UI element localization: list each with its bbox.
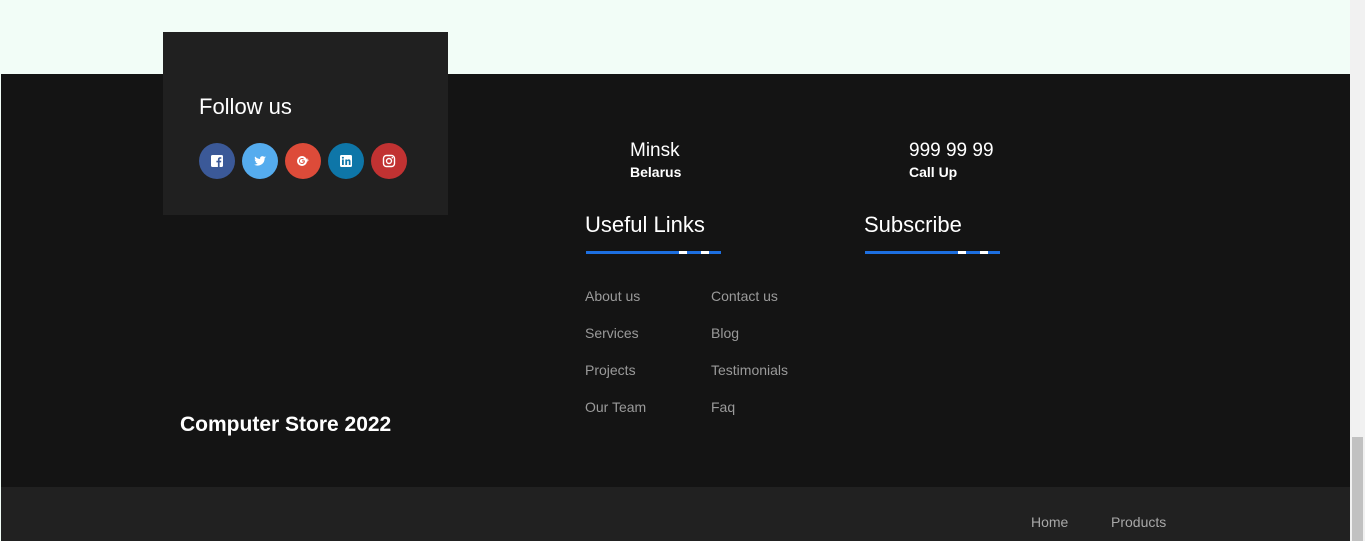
- linkedin-icon[interactable]: [328, 143, 364, 179]
- footer-link-services[interactable]: Services: [585, 324, 639, 342]
- location-info: Minsk Belarus: [630, 139, 681, 181]
- useful-links-underline: [586, 251, 721, 254]
- footer-link-blog[interactable]: Blog: [711, 324, 739, 342]
- facebook-icon[interactable]: [199, 143, 235, 179]
- location-country: Belarus: [630, 164, 682, 180]
- follow-us-title: Follow us: [199, 94, 292, 119]
- bottom-nav-home[interactable]: Home: [1031, 513, 1068, 531]
- subscribe-underline: [865, 251, 1000, 254]
- footer-link-faq[interactable]: Faq: [711, 398, 735, 416]
- instagram-icon[interactable]: [371, 143, 407, 179]
- footer-link-our-team[interactable]: Our Team: [585, 398, 646, 416]
- twitter-icon[interactable]: [242, 143, 278, 179]
- footer-link-about-us[interactable]: About us: [585, 287, 640, 305]
- scrollbar-thumb[interactable]: [1352, 437, 1363, 541]
- follow-us-box: Follow us: [163, 32, 448, 215]
- phone-number: 999 99 99: [909, 140, 994, 161]
- useful-links-title: Useful Links: [585, 212, 705, 237]
- footer-link-testimonials[interactable]: Testimonials: [711, 361, 788, 379]
- bottom-nav-products[interactable]: Products: [1111, 513, 1166, 531]
- copyright-text: Computer Store 2022: [180, 413, 392, 436]
- footer-link-contact-us[interactable]: Contact us: [711, 287, 778, 305]
- phone-info: 999 99 99 Call Up: [909, 139, 994, 181]
- location-city: Minsk: [630, 140, 680, 161]
- subscribe-title: Subscribe: [864, 212, 962, 237]
- google-plus-icon[interactable]: [285, 143, 321, 179]
- phone-label: Call Up: [909, 164, 958, 180]
- footer-link-projects[interactable]: Projects: [585, 361, 636, 379]
